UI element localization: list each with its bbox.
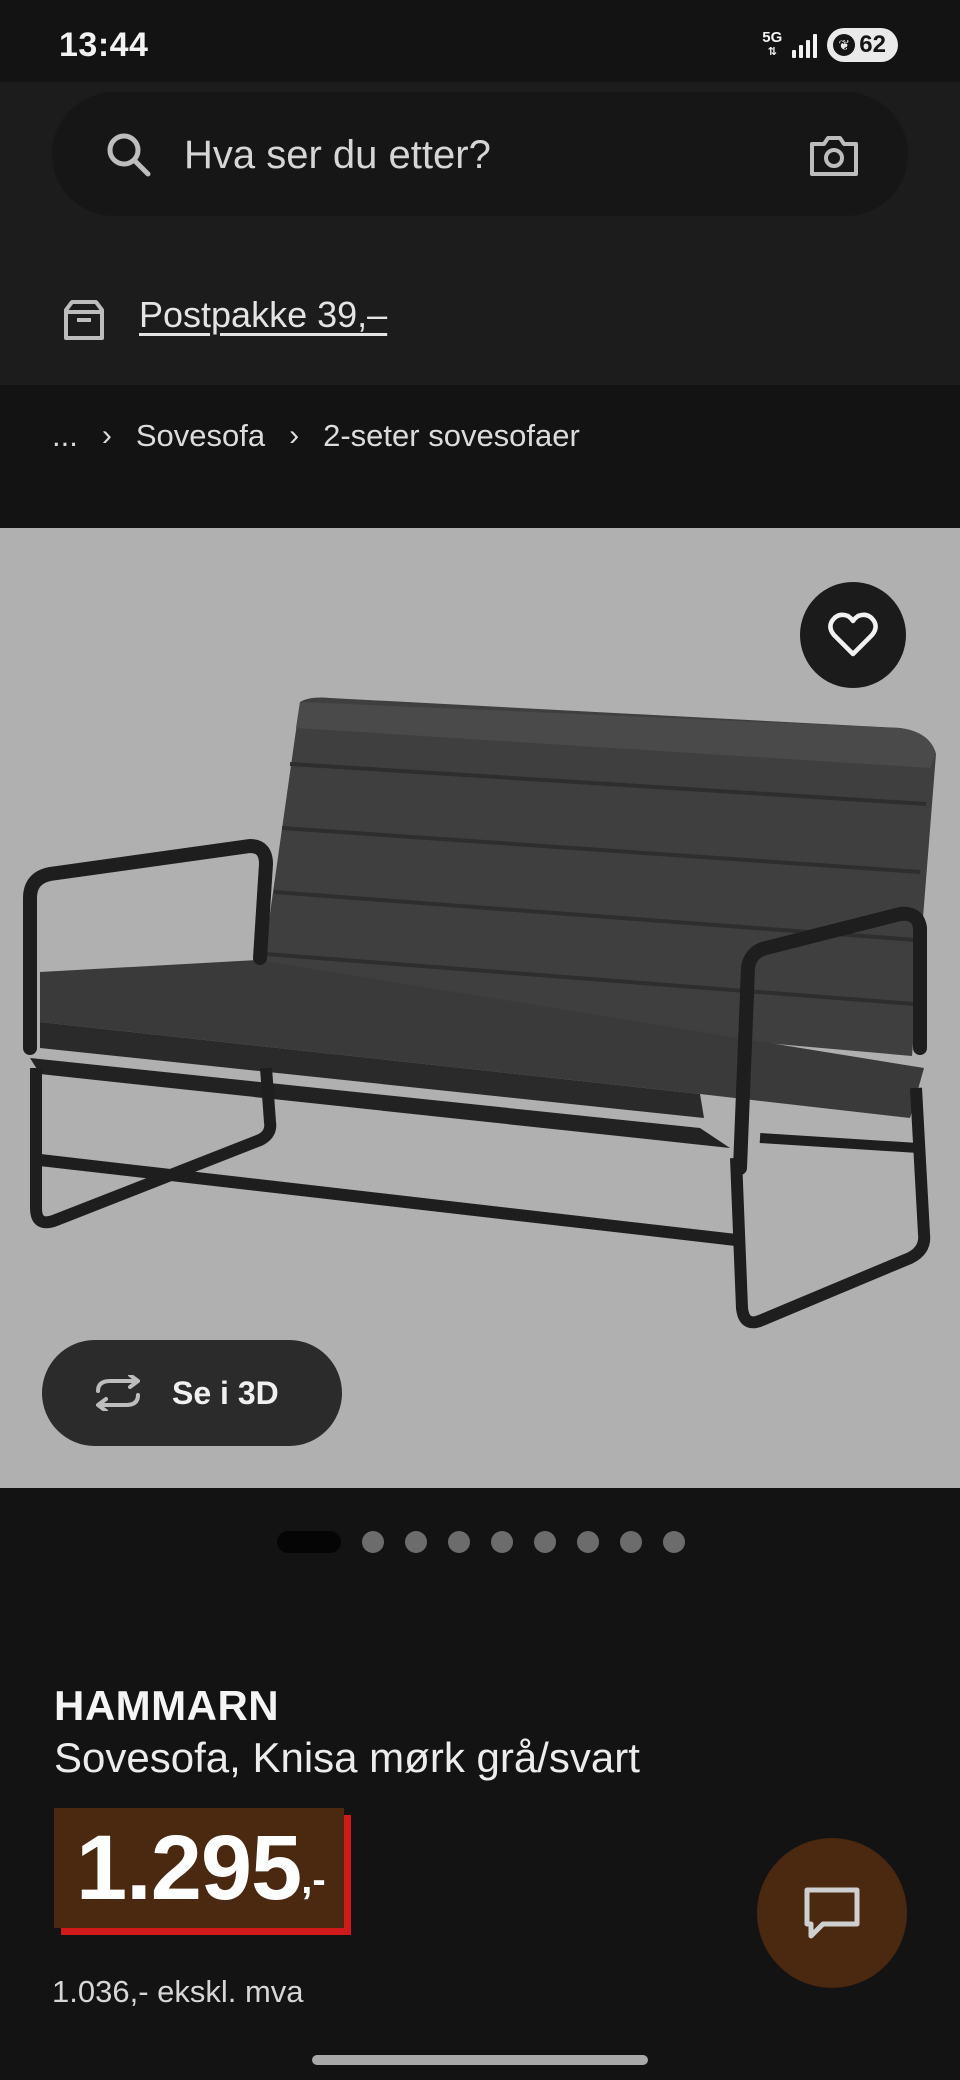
search-bar[interactable] xyxy=(52,92,908,216)
price-suffix: ,- xyxy=(301,1858,326,1902)
search-input[interactable] xyxy=(182,122,746,188)
network-5g-icon: 5G ⇅ xyxy=(762,29,783,58)
pagination-dot[interactable] xyxy=(663,1531,685,1553)
box-icon xyxy=(64,300,104,340)
chat-icon xyxy=(804,1887,860,1939)
view-3d-button[interactable]: Se i 3D xyxy=(42,1340,342,1446)
network-label: 5G xyxy=(762,29,783,46)
price-box: 1.295 ,- xyxy=(54,1808,344,1928)
home-indicator[interactable] xyxy=(312,2055,648,2065)
shipping-banner: Postpakke 39,– xyxy=(0,252,960,385)
favorite-button[interactable] xyxy=(800,582,906,688)
rotate-icon xyxy=(96,1375,140,1411)
product-image-gallery[interactable]: Se i 3D xyxy=(0,528,960,1488)
shipping-link[interactable]: Postpakke 39,– xyxy=(139,294,387,336)
pagination-dot[interactable] xyxy=(405,1531,427,1553)
battery-indicator: ❦ 62 xyxy=(827,28,898,62)
pagination-dot[interactable] xyxy=(491,1531,513,1553)
gallery-pagination xyxy=(277,1531,685,1553)
status-icons: 5G ⇅ ❦ 62 xyxy=(762,28,898,62)
battery-level: 62 xyxy=(859,31,886,58)
search-icon xyxy=(107,133,151,177)
camera-icon[interactable] xyxy=(808,134,860,178)
leaf-battery-icon: ❦ xyxy=(833,34,856,56)
chat-button[interactable] xyxy=(757,1838,907,1988)
pagination-dot[interactable] xyxy=(577,1531,599,1553)
price-tag: 1.295 ,- xyxy=(54,1808,351,1935)
pagination-dot[interactable] xyxy=(362,1531,384,1553)
pagination-dot[interactable] xyxy=(534,1531,556,1553)
status-time: 13:44 xyxy=(59,26,149,64)
price-excl-vat: 1.036,- ekskl. mva xyxy=(52,1974,304,2009)
breadcrumb-ellipsis[interactable]: ... xyxy=(52,418,78,454)
price-main: 1.295 xyxy=(76,1817,302,1919)
breadcrumb: ... › Sovesofa › 2-seter sovesofaer xyxy=(52,418,580,454)
chevron-right-icon: › xyxy=(289,419,300,452)
pagination-dot[interactable] xyxy=(448,1531,470,1553)
pagination-dot-active[interactable] xyxy=(277,1531,341,1553)
search-header xyxy=(0,82,960,252)
product-name: HAMMARN xyxy=(54,1682,280,1729)
heart-icon xyxy=(828,612,878,657)
status-bar: 13:44 5G ⇅ ❦ 62 xyxy=(0,0,960,82)
pagination-dot[interactable] xyxy=(620,1531,642,1553)
chevron-right-icon: › xyxy=(101,419,112,452)
breadcrumb-item-2-seter[interactable]: 2-seter sovesofaer xyxy=(323,418,580,454)
signal-icon xyxy=(792,32,818,58)
view-3d-label: Se i 3D xyxy=(172,1374,279,1411)
breadcrumb-item-sovesofa[interactable]: Sovesofa xyxy=(136,418,265,454)
product-description: Sovesofa, Knisa mørk grå/svart xyxy=(54,1734,640,1781)
